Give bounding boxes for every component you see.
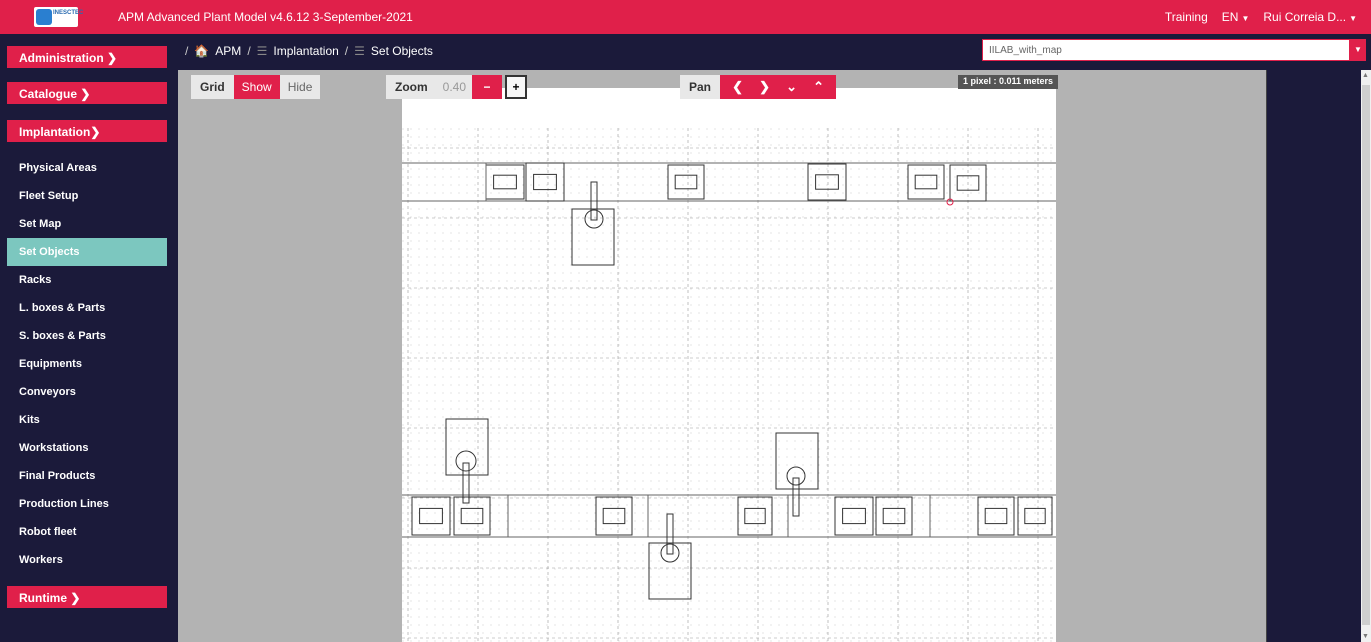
zoom-label: Zoom (386, 75, 437, 99)
separator: / (247, 44, 251, 58)
pan-down-icon[interactable]: ⌄ (778, 75, 805, 99)
sidebar-item-set-map[interactable]: Set Map (7, 210, 167, 238)
list-icon: ☰ (256, 44, 268, 58)
list-icon: ☰ (354, 44, 365, 58)
language-dropdown[interactable]: EN ▼ (1222, 10, 1250, 24)
grid-hide-button[interactable]: Hide (279, 75, 321, 99)
vertical-scrollbar[interactable]: ▲ ▼ (1361, 70, 1371, 642)
pan-control: Pan ❮ ❯ ⌄ ⌃ (680, 75, 837, 99)
grid-label: Grid (191, 75, 234, 99)
scroll-up-icon[interactable]: ▲ (1362, 72, 1369, 79)
logo-icon (36, 9, 52, 25)
home-icon: 🏠 (194, 44, 210, 58)
zoom-value: 0.40 (436, 75, 473, 99)
sidebar-item-fleet-setup[interactable]: Fleet Setup (7, 182, 167, 210)
sidebar-item-production-lines[interactable]: Production Lines (7, 490, 167, 518)
pan-left-icon[interactable]: ❮ (724, 75, 751, 99)
pan-label: Pan (680, 75, 721, 99)
caret-down-icon: ▼ (1349, 14, 1357, 23)
logo-text: INESCTEC (53, 10, 84, 16)
scrollbar-thumb[interactable] (1362, 85, 1370, 625)
breadcrumb: / 🏠 APM / ☰ Implantation / ☰ Set Objects (185, 44, 433, 58)
sidebar-item-kits[interactable]: Kits (7, 406, 167, 434)
sidebar-implantation[interactable]: Implantation❯ (7, 120, 167, 142)
separator: / (344, 44, 349, 58)
sidebar-item-s-boxes[interactable]: S. boxes & Parts (7, 322, 167, 350)
pan-buttons: ❮ ❯ ⌄ ⌃ (720, 75, 837, 99)
sidebar-item-final-products[interactable]: Final Products (7, 462, 167, 490)
pan-right-icon[interactable]: ❯ (751, 75, 778, 99)
sidebar-item-l-boxes[interactable]: L. boxes & Parts (7, 294, 167, 322)
map-select[interactable]: IILAB_with_map (982, 39, 1350, 61)
sidebar-runtime[interactable]: Runtime ❯ (7, 586, 167, 608)
sidebar-item-set-objects[interactable]: Set Objects (7, 238, 167, 266)
sidebar-item-workers[interactable]: Workers (7, 546, 167, 574)
map-select-caret-icon[interactable]: ▼ (1350, 39, 1366, 61)
sidebar-item-physical-areas[interactable]: Physical Areas (7, 154, 167, 182)
zoom-in-button[interactable]: + (505, 75, 528, 99)
map-drawing[interactable] (402, 88, 1056, 642)
sidebar-administration[interactable]: Administration ❯ (7, 46, 167, 68)
breadcrumb-set-objects: Set Objects (370, 44, 433, 58)
map-canvas[interactable] (402, 88, 1056, 642)
sidebar-item-robot-fleet[interactable]: Robot fleet (7, 518, 167, 546)
sidebar-catalogue[interactable]: Catalogue ❯ (7, 82, 167, 104)
grid-control: Grid Show Hide (191, 75, 321, 99)
breadcrumb-bar: / 🏠 APM / ☰ Implantation / ☰ Set Objects… (0, 34, 1371, 70)
sidebar-item-equipments[interactable]: Equipments (7, 350, 167, 378)
logo: INESCTEC (34, 7, 83, 27)
app-title: APM Advanced Plant Model v4.6.12 3-Septe… (118, 10, 413, 24)
right-panel (1266, 70, 1361, 642)
grid-show-button[interactable]: Show (233, 75, 280, 99)
sidebar-item-racks[interactable]: Racks (7, 266, 167, 294)
user-name: Rui Correia D... (1263, 10, 1347, 24)
separator: / (185, 44, 189, 58)
pan-up-icon[interactable]: ⌃ (805, 75, 832, 99)
scroll-down-icon[interactable]: ▼ (1362, 633, 1369, 640)
sidebar-item-workstations[interactable]: Workstations (7, 434, 167, 462)
zoom-out-button[interactable]: − (472, 75, 503, 99)
grid-dots (402, 128, 1056, 642)
breadcrumb-implantation[interactable]: Implantation (273, 44, 338, 58)
language-label: EN (1221, 10, 1239, 24)
sidebar: Administration ❯ Catalogue ❯ Implantatio… (0, 46, 170, 642)
mode-label: Training (1164, 10, 1208, 24)
sidebar-item-conveyors[interactable]: Conveyors (7, 378, 167, 406)
canvas-area[interactable]: Grid Show Hide Zoom 0.40 − + Pan ❮ ❯ ⌄ ⌃… (178, 70, 1266, 642)
scale-badge: 1 pixel : 0.011 meters (958, 75, 1059, 89)
top-bar: INESCTEC APM Advanced Plant Model v4.6.1… (0, 0, 1371, 34)
breadcrumb-apm[interactable]: APM (215, 44, 241, 58)
user-dropdown[interactable]: Rui Correia D... ▼ (1263, 10, 1357, 24)
top-right-menu: Training EN ▼ Rui Correia D... ▼ (1165, 10, 1357, 24)
zoom-control: Zoom 0.40 − + (386, 75, 528, 99)
caret-down-icon: ▼ (1241, 14, 1250, 23)
